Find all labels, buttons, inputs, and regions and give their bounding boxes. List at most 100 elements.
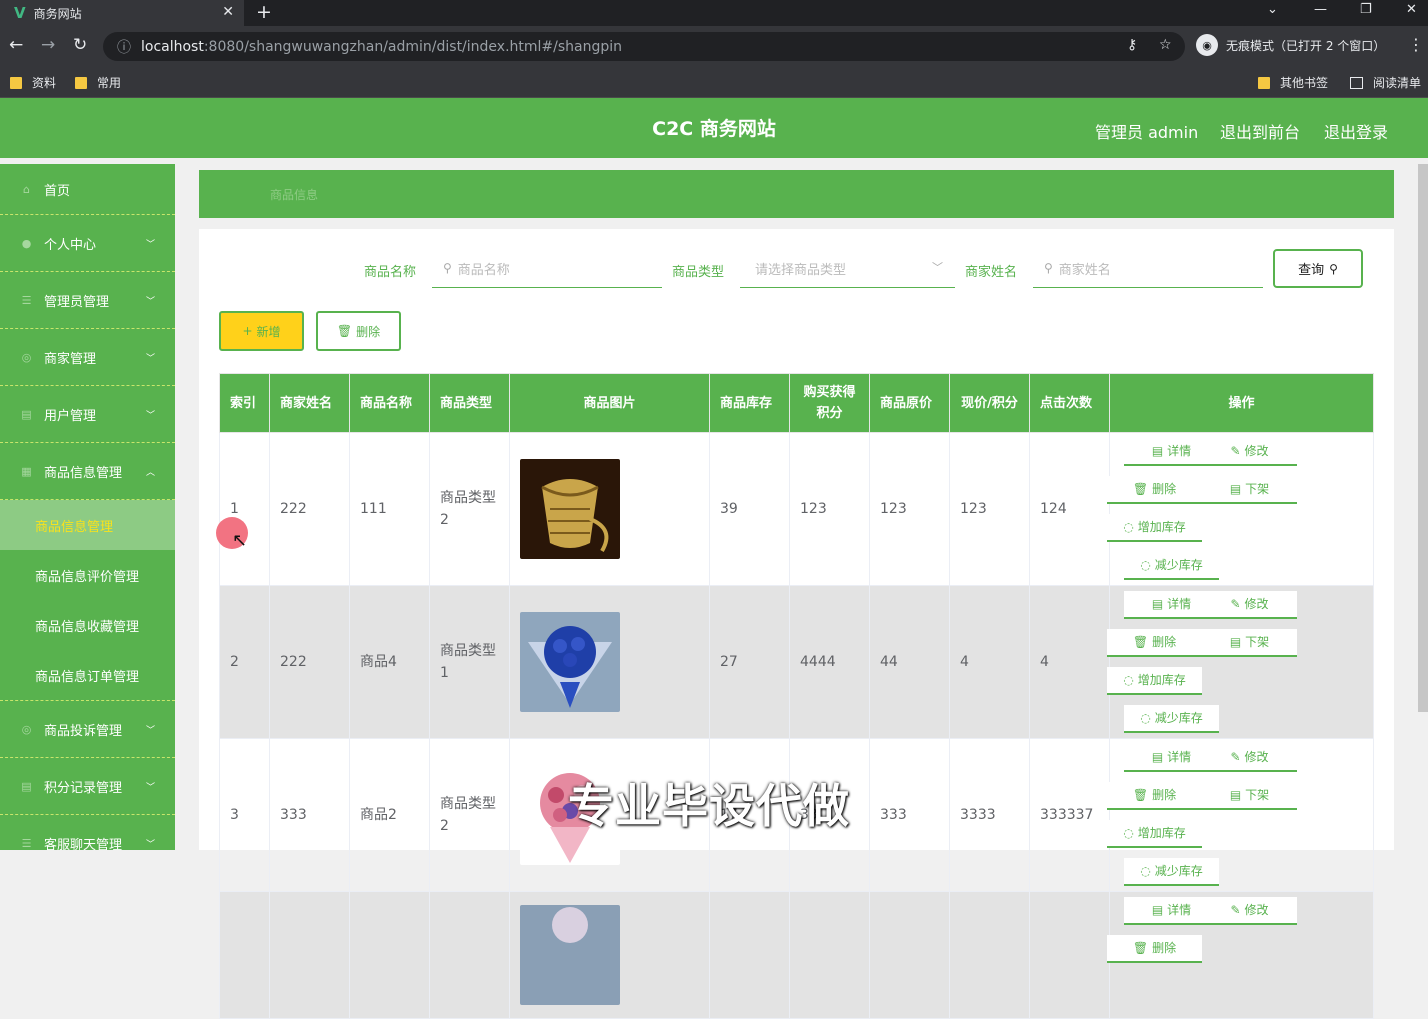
sidebar-item-complaints[interactable]: ◎ 商品投诉管理 ﹀: [0, 701, 175, 758]
header-actions: 操作: [1109, 373, 1374, 433]
reduce-stock-button[interactable]: ◌ 减少库存: [1124, 705, 1219, 733]
row-actions: ▤ 详情 ✎ 修改 🗑 删除 ▤ 下架 ◌ 增加库存 ◌ 减少库存: [1107, 433, 1364, 585]
bulb-icon: ◌: [1123, 673, 1134, 687]
sidebar-item-products[interactable]: ▦ 商品信息管理 ︿: [0, 443, 175, 500]
edit-button[interactable]: ✎ 修改: [1202, 438, 1297, 466]
page-scrollbar[interactable]: [1418, 164, 1428, 712]
restore-icon[interactable]: ❐: [1360, 2, 1372, 17]
edit-button[interactable]: ✎ 修改: [1202, 591, 1297, 619]
bookmark-item[interactable]: 资料: [10, 74, 56, 91]
products-submenu: 商品信息管理 商品信息评价管理 商品信息收藏管理 商品信息订单管理: [0, 500, 175, 701]
back-icon[interactable]: ←: [9, 35, 23, 55]
product-type-select[interactable]: 请选择商品类型 ﹀: [740, 249, 955, 288]
back-to-front-link[interactable]: 退出到前台: [1220, 119, 1300, 143]
sidebar-item-admin[interactable]: ☰ 管理员管理 ﹀: [0, 272, 175, 329]
add-stock-button[interactable]: ◌ 增加库存: [1107, 514, 1202, 542]
add-button[interactable]: + 新增: [219, 311, 304, 351]
delete-button[interactable]: 🗑 删除: [1107, 476, 1202, 504]
pencil-icon: ✎: [1230, 903, 1241, 917]
row-actions: ▤ 详情 ✎ 修改 🗑 删除 ▤ 下架 ◌ 增加库存 ◌ 减少库存: [1107, 739, 1364, 891]
url-path: :8080/shangwuwangzhan/admin/dist/index.h…: [203, 38, 623, 55]
delete-button[interactable]: 🗑 删除: [1107, 629, 1202, 657]
browser-tab[interactable]: V 商务网站 ✕: [0, 0, 244, 26]
incognito-icon: ◉: [1196, 34, 1218, 56]
sidebar-item-chat[interactable]: ☰ 客服聊天管理 ﹀: [0, 815, 175, 851]
subitem-product-reviews[interactable]: 商品信息评价管理: [0, 550, 175, 600]
logout-link[interactable]: 退出登录: [1324, 119, 1388, 143]
breadcrumb-label: 商品信息: [270, 188, 319, 202]
bookmark-star-icon[interactable]: ☆: [1159, 37, 1172, 53]
menu-icon[interactable]: ⋮: [1408, 35, 1424, 54]
subitem-product-info[interactable]: 商品信息管理: [0, 500, 175, 550]
edit-button[interactable]: ✎ 修改: [1202, 897, 1297, 925]
header-price: 现价/积分: [949, 373, 1030, 433]
cursor-icon: ↖: [232, 530, 248, 551]
info-icon[interactable]: ⓘ: [117, 37, 131, 57]
reduce-stock-button[interactable]: ◌ 减少库存: [1124, 858, 1219, 886]
sidebar-item-users[interactable]: ▤ 用户管理 ﹀: [0, 386, 175, 443]
home-icon: ⌂: [23, 182, 30, 196]
merchant-name-input[interactable]: ⚲ 商家姓名: [1033, 249, 1263, 288]
sidebar-item-profile[interactable]: ● 个人中心 ﹀: [0, 215, 175, 272]
bulb-icon: ◌: [1123, 520, 1134, 534]
trash-icon: 🗑: [1132, 482, 1149, 496]
sidebar-item-merchant[interactable]: ◎ 商家管理 ﹀: [0, 329, 175, 386]
key-icon[interactable]: ⚷: [1127, 37, 1137, 53]
grid-icon: ▤: [21, 407, 32, 421]
delete-button[interactable]: 🗑 删除: [1107, 935, 1202, 963]
user-icon: ●: [21, 236, 32, 250]
folder-icon: [10, 76, 22, 89]
offshelf-button[interactable]: ▤ 下架: [1202, 476, 1297, 504]
offshelf-button[interactable]: ▤ 下架: [1202, 782, 1297, 810]
bookmarks-bar: 资料 常用 其他书签 阅读清单: [0, 68, 1428, 98]
chevron-down-icon: ﹀: [145, 240, 155, 250]
app-title: C2C 商务网站: [652, 118, 776, 140]
watermark: 专业毕设代做: [568, 779, 850, 833]
new-tab-button[interactable]: +: [256, 1, 272, 23]
forward-icon[interactable]: →: [41, 35, 55, 55]
folder-icon: [1258, 76, 1270, 89]
bulb-icon: ◌: [1140, 864, 1151, 878]
doc-icon: ▤: [1229, 635, 1242, 649]
reading-list[interactable]: 阅读清单: [1350, 74, 1421, 91]
offshelf-button[interactable]: ▤ 下架: [1202, 629, 1297, 657]
add-stock-button[interactable]: ◌ 增加库存: [1107, 667, 1202, 695]
header-type: 商品类型: [429, 373, 510, 433]
sidebar-item-home[interactable]: ⌂ 首页: [0, 164, 175, 215]
trash-icon: 🗑: [1132, 788, 1149, 802]
subitem-product-orders[interactable]: 商品信息订单管理: [0, 650, 175, 700]
trash-icon: 🗑: [336, 324, 353, 338]
add-stock-button[interactable]: ◌ 增加库存: [1107, 820, 1202, 848]
batch-delete-button[interactable]: 🗑 删除: [316, 311, 401, 351]
merchant-name-label: 商家姓名: [965, 265, 1018, 280]
grid-icon: ▦: [21, 464, 32, 478]
delete-button[interactable]: 🗑 删除: [1107, 782, 1202, 810]
trash-icon: 🗑: [1132, 635, 1149, 649]
product-name-input[interactable]: ⚲ 商品名称: [432, 249, 662, 288]
reload-icon[interactable]: ↻: [73, 35, 87, 55]
chevron-up-icon: ︿: [145, 468, 155, 478]
reduce-stock-button[interactable]: ◌ 减少库存: [1124, 552, 1219, 580]
subitem-product-favorites[interactable]: 商品信息收藏管理: [0, 600, 175, 650]
sidebar-item-points[interactable]: ▤ 积分记录管理 ﹀: [0, 758, 175, 815]
incognito-indicator[interactable]: ◉ 无痕模式（已打开 2 个窗口）: [1196, 34, 1385, 56]
doc-icon: ▤: [1151, 750, 1164, 764]
table-row: 1 222 111 商品类型2 39 123 123 123 124 ▤ 详情 ✎…: [219, 432, 1374, 586]
minimize-icon[interactable]: —: [1314, 2, 1327, 17]
tab-search-icon[interactable]: ⌄: [1267, 2, 1278, 17]
bookmark-item[interactable]: 常用: [75, 74, 121, 91]
other-bookmarks[interactable]: 其他书签: [1258, 74, 1328, 91]
url-field[interactable]: ⓘ localhost :8080/shangwuwangzhan/admin/…: [103, 32, 1185, 61]
breadcrumb: 商品信息: [199, 170, 1394, 218]
search-icon: ⚲: [1329, 261, 1338, 276]
close-window-icon[interactable]: ✕: [1406, 2, 1417, 17]
doc-icon: ▤: [1151, 903, 1164, 917]
header-stock: 商品库存: [709, 373, 790, 433]
query-button[interactable]: 查询 ⚲: [1273, 249, 1363, 288]
header-name: 商品名称: [349, 373, 430, 433]
chevron-down-icon: ﹀: [145, 297, 155, 307]
edit-button[interactable]: ✎ 修改: [1202, 744, 1297, 772]
circle-icon: ◎: [21, 722, 32, 736]
tab-close-icon[interactable]: ✕: [222, 4, 234, 20]
header-image: 商品图片: [509, 373, 710, 433]
